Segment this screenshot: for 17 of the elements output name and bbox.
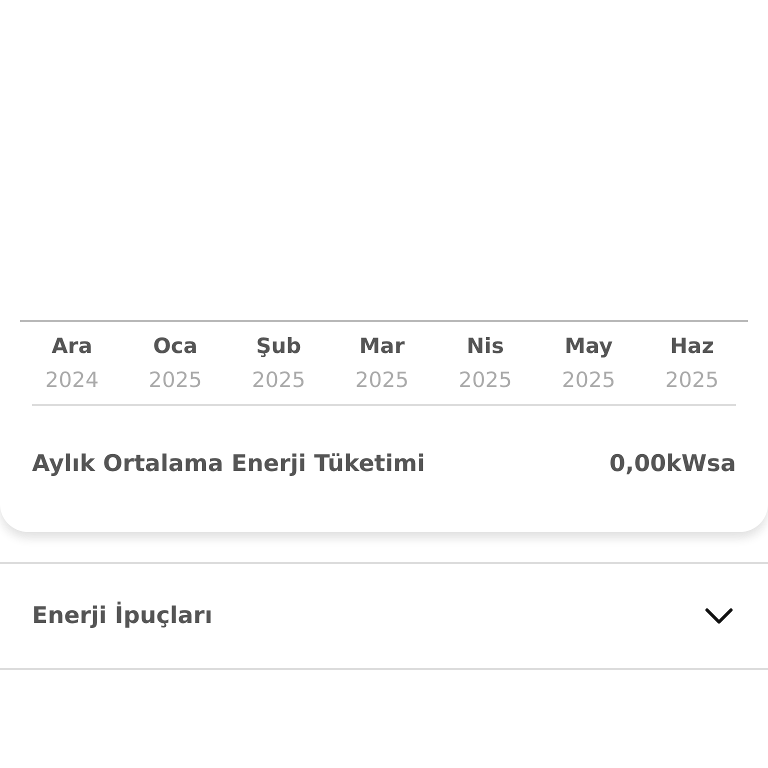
year-label: 2025 xyxy=(148,368,202,392)
month-label: Mar xyxy=(359,334,405,358)
month-label: Nis xyxy=(466,334,504,358)
summary-value: 0,00kWsa xyxy=(609,451,736,477)
month-label: May xyxy=(564,334,613,358)
month-label: Şub xyxy=(256,334,302,358)
month-label: Ara xyxy=(52,334,92,358)
month-label: Oca xyxy=(153,334,198,358)
year-label: 2024 xyxy=(45,368,99,392)
summary-label: Aylık Ortalama Enerji Tüketimi xyxy=(32,451,426,477)
year-label: 2025 xyxy=(562,368,616,392)
year-label: 2025 xyxy=(252,368,306,392)
year-label: 2025 xyxy=(458,368,512,392)
year-label: 2025 xyxy=(665,368,719,392)
accordion-header[interactable]: Enerji İpuçları xyxy=(0,564,768,668)
month-label: Haz xyxy=(670,334,714,358)
year-label: 2025 xyxy=(355,368,409,392)
